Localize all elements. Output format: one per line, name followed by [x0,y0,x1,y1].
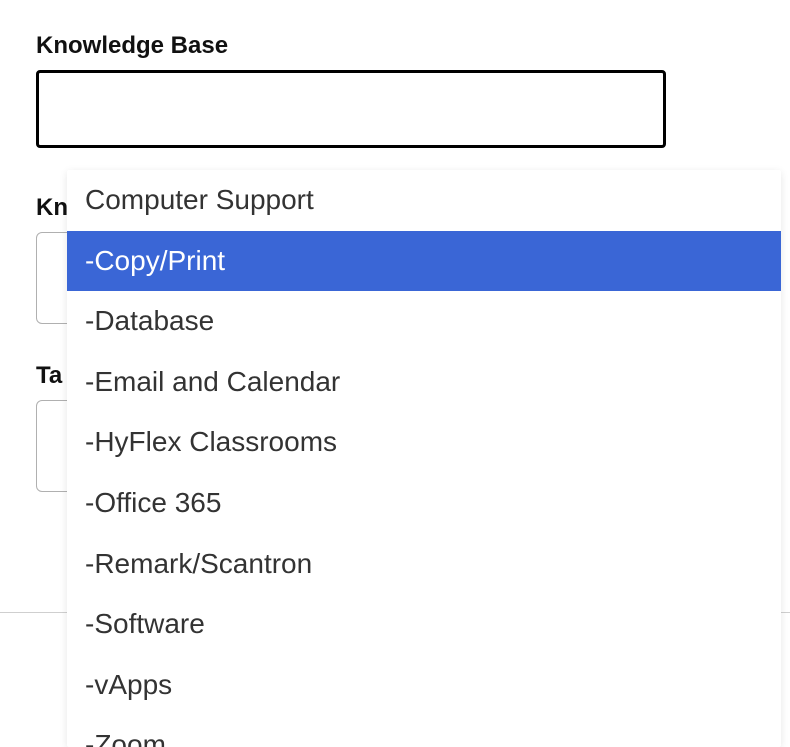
dropdown-item-hyflex-classrooms[interactable]: -HyFlex Classrooms [67,412,781,473]
dropdown-item-remark-scantron[interactable]: -Remark/Scantron [67,534,781,595]
dropdown-item-computer-support[interactable]: Computer Support [67,170,781,231]
dropdown-item-email-and-calendar[interactable]: -Email and Calendar [67,352,781,413]
knowledge-base-input[interactable] [36,70,666,148]
dropdown-item-office-365[interactable]: -Office 365 [67,473,781,534]
dropdown-item-zoom[interactable]: -Zoom [67,715,781,747]
dropdown-item-database[interactable]: -Database [67,291,781,352]
dropdown-item-copy-print[interactable]: -Copy/Print [67,231,781,292]
dropdown-item-vapps[interactable]: -vApps [67,655,781,716]
dropdown-item-software[interactable]: -Software [67,594,781,655]
knowledge-base-label: Knowledge Base [36,32,754,60]
knowledge-base-dropdown[interactable]: Computer Support -Copy/Print -Database -… [67,170,781,747]
